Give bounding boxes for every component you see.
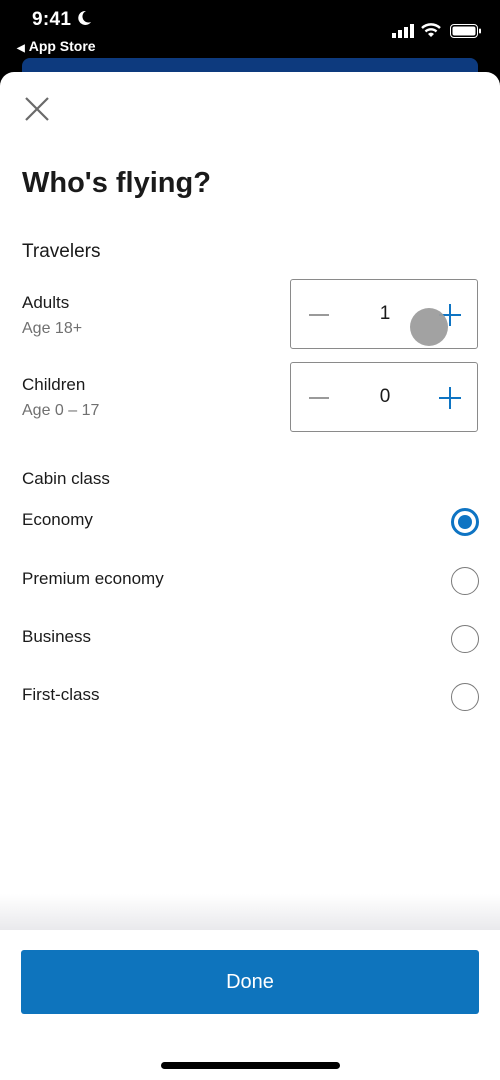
radio-unselected-icon[interactable] bbox=[451, 625, 479, 653]
cabin-option-label: Premium economy bbox=[22, 569, 164, 588]
cabin-option-label: Economy bbox=[22, 510, 93, 529]
cabin-class-heading: Cabin class bbox=[22, 469, 110, 488]
status-time: 9:41 bbox=[32, 9, 72, 30]
radio-selected-icon[interactable] bbox=[451, 508, 479, 536]
travelers-heading: Travelers bbox=[22, 241, 101, 262]
radio-unselected-icon[interactable] bbox=[451, 567, 479, 595]
signal-icon bbox=[392, 24, 414, 38]
scroll-fade bbox=[0, 894, 500, 930]
children-label: Children bbox=[22, 375, 86, 394]
wifi-icon bbox=[421, 23, 441, 37]
back-triangle-icon: ◀ bbox=[17, 43, 25, 54]
back-to-app-store[interactable]: ◀ App Store bbox=[17, 38, 96, 54]
adults-stepper: 1 bbox=[290, 279, 478, 349]
moon-icon bbox=[78, 10, 91, 25]
adults-age: Age 18+ bbox=[22, 320, 83, 337]
close-icon[interactable] bbox=[24, 96, 50, 122]
cabin-option-premium-economy[interactable]: Premium economy bbox=[0, 556, 500, 606]
children-increment-button[interactable] bbox=[439, 387, 461, 409]
cabin-option-economy[interactable]: Economy bbox=[0, 497, 500, 547]
children-age: Age 0 – 17 bbox=[22, 402, 100, 419]
home-indicator[interactable] bbox=[161, 1062, 340, 1069]
adults-label: Adults bbox=[22, 293, 70, 312]
cabin-option-label: First-class bbox=[22, 685, 100, 704]
cabin-option-business[interactable]: Business bbox=[0, 614, 500, 664]
children-stepper: 0 bbox=[290, 362, 478, 432]
cabin-option-first-class[interactable]: First-class bbox=[0, 672, 500, 722]
battery-icon bbox=[450, 24, 481, 38]
back-label: App Store bbox=[28, 38, 96, 54]
done-button[interactable]: Done bbox=[21, 950, 479, 1014]
travelers-sheet: Who's flying? Travelers Adults Age 18+ 1… bbox=[0, 72, 500, 1080]
radio-unselected-icon[interactable] bbox=[451, 683, 479, 711]
touch-indicator bbox=[410, 308, 448, 346]
cabin-option-label: Business bbox=[22, 627, 91, 646]
page-title: Who's flying? bbox=[22, 167, 211, 199]
